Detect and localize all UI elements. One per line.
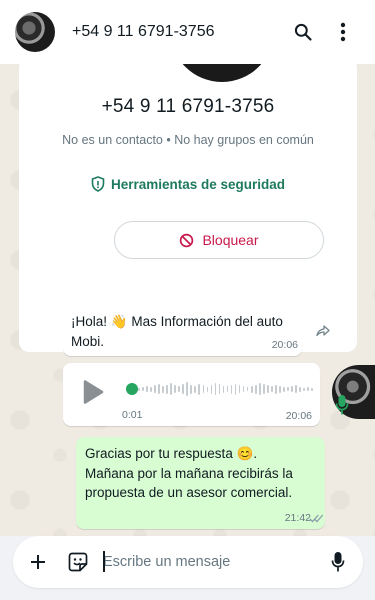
block-label: Bloquear (202, 232, 259, 248)
profile-photo[interactable] (170, 64, 274, 82)
waveform-bar (170, 383, 172, 395)
plus-icon (31, 555, 45, 569)
read-receipt-icon (309, 514, 324, 523)
sticker-icon (68, 552, 88, 572)
waveform-bar (295, 385, 297, 393)
contact-avatar[interactable] (15, 12, 55, 52)
waveform-bar (267, 385, 269, 393)
waveform-bar (242, 386, 245, 392)
search-icon (294, 23, 312, 41)
waveform-bar (146, 386, 148, 392)
waveform-bar (182, 384, 184, 394)
message-text: Gracias por tu respuesta 😊. Mañana por l… (85, 446, 293, 500)
waveform-bar (303, 387, 305, 391)
search-button[interactable] (283, 12, 323, 52)
waveform-bar (234, 383, 237, 395)
waveform-bar (150, 386, 152, 392)
message-time: 20:06 (271, 339, 298, 351)
sticker-button[interactable] (65, 549, 91, 575)
composer-box (13, 536, 363, 588)
shield-icon (91, 176, 105, 192)
mic-badge-icon (335, 395, 349, 415)
waveform-bar (275, 384, 277, 394)
voice-waveform[interactable] (138, 377, 313, 401)
message-bubble-outgoing[interactable]: Gracias por tu respuesta 😊. Mañana por l… (76, 437, 325, 529)
message-bubble-incoming[interactable]: ¡Hola! 👋 Mas Información del auto Mobi. … (63, 303, 302, 356)
waveform-bar (262, 384, 265, 394)
more-vertical-icon (340, 22, 346, 42)
security-tools-label: Herramientas de seguridad (110, 176, 286, 192)
waveform-bar (299, 386, 301, 392)
menu-button[interactable] (323, 12, 363, 52)
voice-playhead[interactable] (126, 383, 138, 395)
waveform-bar (291, 386, 293, 392)
waveform-bar (138, 387, 140, 391)
waveform-bar (254, 384, 257, 394)
waveform-bar (154, 385, 156, 393)
waveform-bar (250, 385, 253, 393)
waveform-bar (178, 386, 180, 392)
voice-message-bubble[interactable]: 0:01 20:06 (63, 363, 320, 426)
waveform-bar (279, 385, 281, 393)
waveform-bar (206, 386, 209, 392)
message-time: 20:06 (285, 410, 312, 422)
security-tools-link[interactable]: Herramientas de seguridad (19, 176, 357, 192)
chat-scroll-area[interactable]: +54 9 11 6791-3756 No es un contacto • N… (0, 64, 375, 536)
waveform-bar (283, 386, 285, 392)
voice-position: 0:01 (122, 409, 143, 421)
waveform-bar (202, 385, 205, 393)
composer-bar (0, 536, 375, 600)
microphone-icon (331, 552, 345, 572)
forward-icon (316, 325, 330, 337)
chat-header: +54 9 11 6791-3756 (0, 0, 375, 64)
waveform-bar (218, 384, 221, 394)
profile-phone: +54 9 11 6791-3756 (101, 96, 275, 117)
message-text: ¡Hola! 👋 Mas Información del auto Mobi. (71, 314, 283, 349)
waveform-bar (311, 387, 313, 391)
waveform-bar (307, 387, 309, 391)
waveform-bar (174, 385, 176, 393)
waveform-bar (287, 387, 289, 391)
forward-button[interactable] (310, 318, 336, 344)
waveform-bar (258, 383, 261, 395)
waveform-bar (190, 384, 193, 394)
waveform-bar (186, 382, 189, 396)
waveform-bar (222, 385, 225, 393)
waveform-bar (166, 384, 168, 394)
waveform-bar (230, 384, 233, 394)
message-input[interactable] (103, 550, 313, 574)
text-caret (103, 551, 105, 572)
chat-title[interactable]: +54 9 11 6791-3756 (72, 23, 283, 41)
waveform-bar (271, 386, 273, 392)
attach-button[interactable] (25, 549, 51, 575)
waveform-bar (210, 384, 213, 394)
waveform-bar (158, 384, 160, 394)
waveform-bar (142, 387, 144, 391)
message-time: 21:42 (284, 512, 311, 524)
play-icon[interactable] (81, 379, 105, 405)
profile-subtitle: No es un contacto • No hay grupos en com… (62, 133, 314, 147)
waveform-bar (162, 385, 164, 393)
waveform-bar (226, 386, 229, 392)
voice-record-button[interactable] (325, 549, 351, 575)
waveform-bar (194, 385, 197, 393)
waveform-bar (198, 383, 201, 395)
block-button[interactable]: Bloquear (114, 221, 324, 259)
waveform-bar (238, 385, 241, 393)
waveform-bar (246, 387, 249, 391)
block-icon (180, 233, 194, 247)
waveform-bar (214, 383, 217, 395)
